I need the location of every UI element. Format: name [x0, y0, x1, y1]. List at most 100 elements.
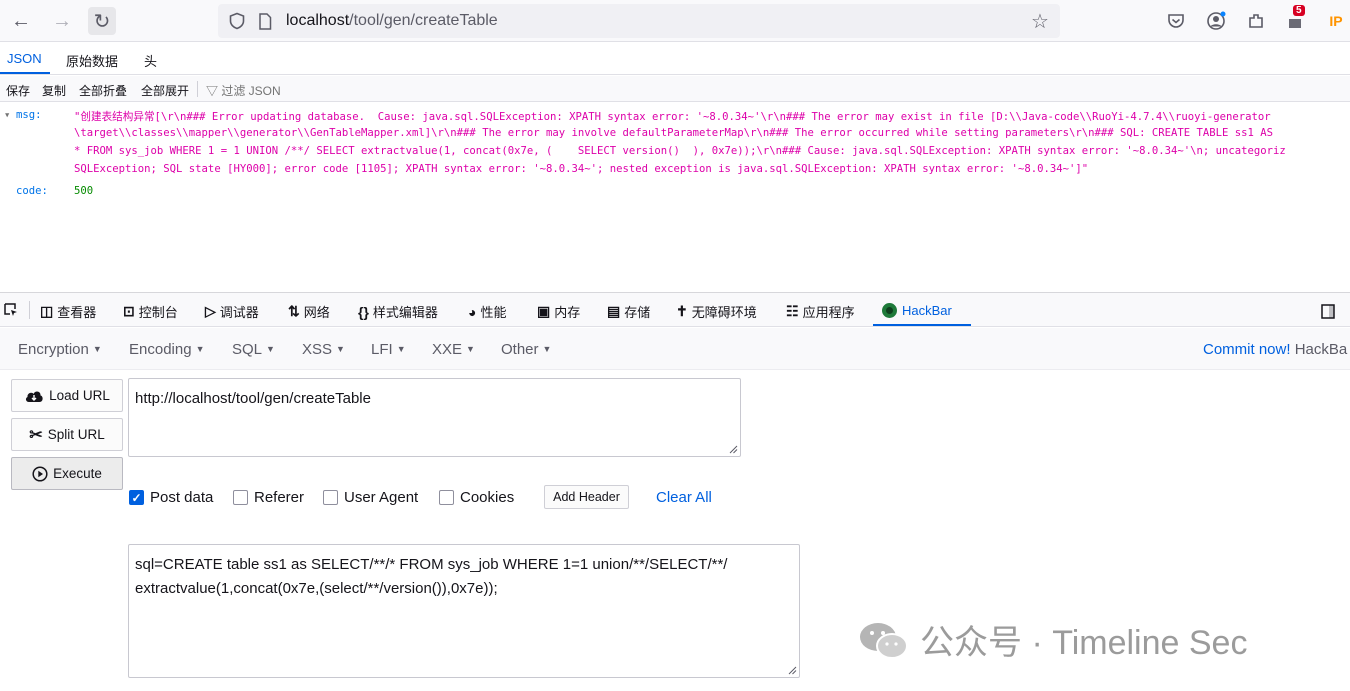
- back-arrow-icon[interactable]: ←: [8, 8, 34, 34]
- caret-down-icon: ▼: [396, 344, 406, 354]
- post-body-line: sql=CREATE table ss1 as SELECT/**/* FROM…: [135, 556, 728, 573]
- tab-raw-data[interactable]: 原始数据: [66, 51, 118, 70]
- json-viewer-tabs: JSON 原始数据 头: [0, 43, 1350, 75]
- page-icon: [259, 13, 272, 30]
- element-picker-icon[interactable]: [3, 302, 19, 318]
- extensions-icon[interactable]: [1244, 9, 1268, 33]
- split-url-button[interactable]: ✂ Split URL: [11, 418, 123, 451]
- bookmark-star-icon[interactable]: ☆: [1031, 9, 1049, 34]
- filter-icon: ▽: [206, 84, 222, 98]
- expand-all-button[interactable]: 全部展开: [141, 82, 189, 99]
- resize-handle-icon[interactable]: [728, 444, 738, 454]
- style-editor-icon: {}: [358, 303, 369, 320]
- tab-network[interactable]: ⇅ 网络: [288, 302, 330, 321]
- application-icon: ☷: [786, 303, 799, 319]
- caret-down-icon: ▼: [266, 344, 275, 354]
- menu-sql[interactable]: SQL ▼: [232, 341, 275, 358]
- cookies-checkbox[interactable]: Cookies: [439, 489, 514, 506]
- forward-arrow-icon[interactable]: →: [49, 8, 75, 34]
- hackbar-icon: [882, 303, 897, 318]
- checkmark-icon: ✓: [129, 490, 144, 505]
- watermark: 公众号 · Timeline Sec: [858, 615, 1247, 664]
- caret-down-icon: ▼: [92, 344, 102, 354]
- menu-xss[interactable]: XSS ▼: [302, 341, 345, 358]
- checkbox-box: [439, 490, 454, 505]
- caret-down-icon: ▼: [336, 344, 345, 354]
- menu-lfi[interactable]: LFI ▼: [371, 341, 406, 358]
- debugger-icon: ▷: [205, 303, 216, 319]
- memory-icon: ▣: [537, 303, 551, 319]
- tab-headers[interactable]: 头: [144, 51, 157, 70]
- url-text[interactable]: localhost/tool/gen/createTable: [286, 12, 498, 30]
- wechat-logo-icon: [860, 622, 908, 659]
- json-msg-line: \target\\classes\\mapper\\generator\\Gen…: [74, 127, 1274, 139]
- user-agent-checkbox[interactable]: User Agent: [323, 489, 418, 506]
- play-circle-icon: [32, 465, 48, 482]
- json-toolbar: 保存 复制 全部折叠 全部展开 ▽ 过滤 JSON: [0, 76, 1350, 102]
- menu-xxe[interactable]: XXE ▼: [432, 341, 475, 358]
- json-msg-line: "创建表结构异常[\r\n### Error updating database…: [74, 111, 1271, 123]
- menu-encoding[interactable]: Encoding ▼: [129, 341, 204, 358]
- resize-handle-icon[interactable]: [787, 665, 797, 675]
- url-bar[interactable]: localhost/tool/gen/createTable ☆: [218, 4, 1060, 38]
- ip-extension-icon[interactable]: IP: [1324, 9, 1348, 33]
- load-url-button[interactable]: Load URL: [11, 379, 123, 412]
- referer-checkbox[interactable]: Referer: [233, 489, 304, 506]
- filter-json-input[interactable]: ▽ 过滤 JSON: [206, 82, 281, 99]
- notification-badge: 5: [1293, 5, 1305, 16]
- tab-application[interactable]: ☷ 应用程序: [786, 302, 855, 321]
- menu-encryption[interactable]: Encryption ▼: [18, 341, 102, 358]
- tab-console[interactable]: ⊡ 控制台: [123, 302, 178, 321]
- accessibility-icon: ✝: [676, 303, 688, 319]
- caret-down-icon: ▼: [466, 344, 475, 354]
- save-button[interactable]: 保存: [6, 82, 30, 99]
- tab-storage[interactable]: ▤ 存储: [607, 302, 650, 321]
- console-icon: ⊡: [123, 303, 135, 319]
- url-textarea[interactable]: http://localhost/tool/gen/createTable: [128, 378, 741, 457]
- tab-memory[interactable]: ▣ 内存: [537, 302, 580, 321]
- devtools-tabbar: ◫ 查看器 ⊡ 控制台 ▷ 调试器 ⇅ 网络 {} 样式编辑器 ◕ 性能 ▣ 内存 ▤ 存储 ✝…: [0, 292, 1350, 327]
- active-tab-indicator: [873, 324, 971, 326]
- collapse-all-button[interactable]: 全部折叠: [79, 82, 127, 99]
- json-key-code: code:: [16, 185, 48, 197]
- tab-debugger[interactable]: ▷ 调试器: [205, 302, 259, 321]
- tab-hackbar[interactable]: HackBar: [881, 302, 952, 319]
- menu-other[interactable]: Other ▼: [501, 341, 551, 358]
- browser-toolbar: ← → ↻ localhost/tool/gen/createTable ☆ 5…: [0, 0, 1350, 42]
- json-key-msg: msg:: [16, 109, 42, 121]
- account-icon[interactable]: [1204, 9, 1228, 33]
- clear-all-link[interactable]: Clear All: [656, 489, 712, 506]
- checkbox-box: [233, 490, 248, 505]
- tab-style-editor[interactable]: {} 样式编辑器: [358, 302, 438, 321]
- dock-toggle-icon[interactable]: [1320, 302, 1336, 320]
- caret-down-icon: ▼: [542, 344, 552, 354]
- tab-performance[interactable]: ◕ 性能: [468, 302, 506, 321]
- performance-icon: ◕: [468, 303, 477, 320]
- divider: [197, 81, 198, 97]
- tab-json[interactable]: JSON: [7, 51, 42, 66]
- checkbox-box: [323, 490, 338, 505]
- post-data-checkbox[interactable]: ✓ Post data: [129, 489, 213, 506]
- shield-icon[interactable]: [228, 12, 246, 30]
- copy-button[interactable]: 复制: [42, 82, 66, 99]
- reload-icon[interactable]: ↻: [88, 7, 116, 35]
- post-body-line: extractvalue(1,concat(0x7e,(select/**/ve…: [135, 580, 498, 597]
- pocket-icon[interactable]: [1164, 9, 1188, 33]
- network-icon: ⇅: [288, 303, 300, 319]
- storage-icon: ▤: [607, 303, 621, 319]
- cloud-download-icon: [26, 390, 43, 402]
- caret-down-icon: ▼: [195, 344, 205, 354]
- divider: [29, 301, 30, 319]
- json-msg-line: * FROM sys_job WHERE 1 = 1 UNION /**/ SE…: [74, 145, 1286, 157]
- commit-now-link[interactable]: Commit now! HackBa: [1203, 341, 1347, 358]
- post-data-textarea[interactable]: sql=CREATE table ss1 as SELECT/**/* FROM…: [128, 544, 800, 678]
- add-header-button[interactable]: Add Header: [544, 485, 629, 509]
- expand-toggle-icon[interactable]: ▾: [4, 109, 10, 121]
- active-tab-indicator: [0, 72, 50, 74]
- json-code-value: 500: [74, 185, 94, 197]
- scissors-icon: ✂: [29, 426, 43, 444]
- tab-inspector[interactable]: ◫ 查看器: [40, 302, 96, 321]
- extension-badge-icon[interactable]: 5: [1284, 5, 1308, 33]
- execute-button[interactable]: Execute: [11, 457, 123, 490]
- tab-accessibility[interactable]: ✝ 无障碍环境: [676, 302, 757, 321]
